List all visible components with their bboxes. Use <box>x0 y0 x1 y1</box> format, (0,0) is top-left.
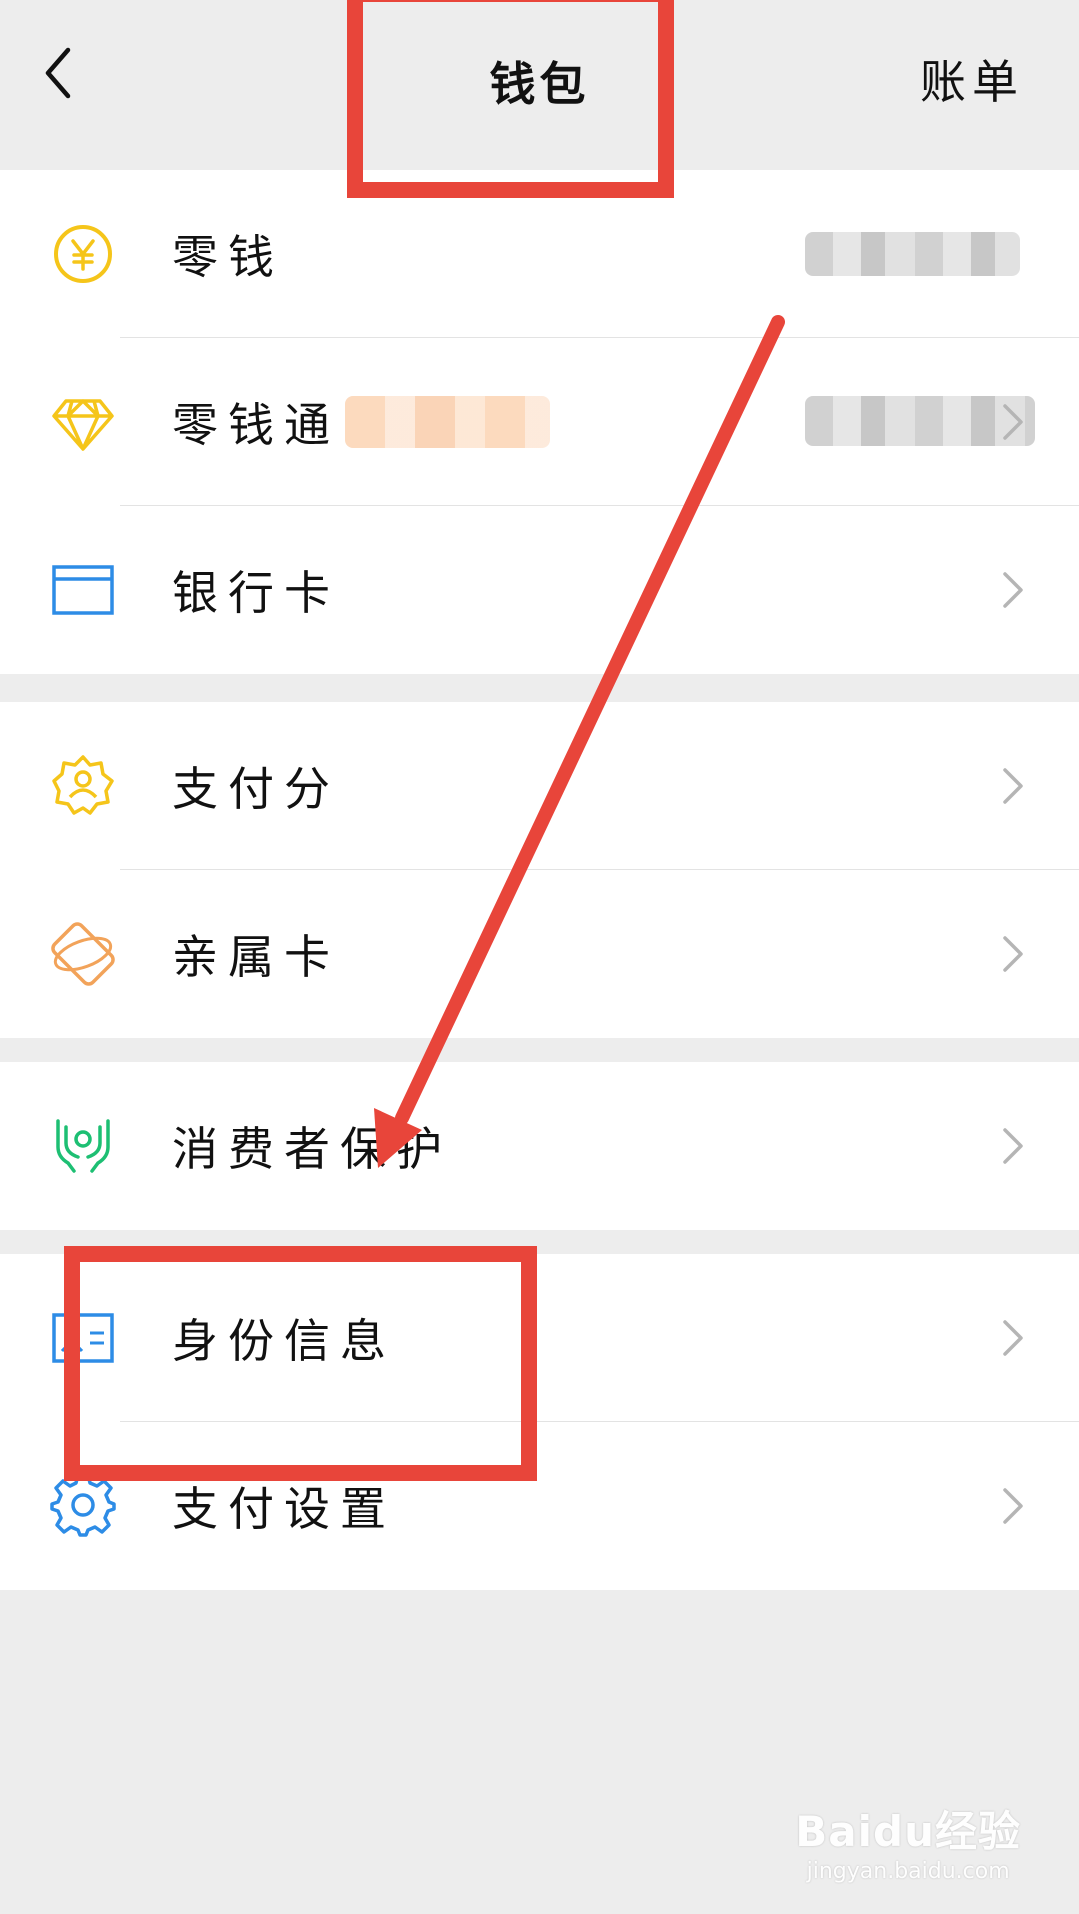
watermark-logo: Baidu经验 <box>795 1807 1021 1856</box>
menu-item-pay-settings[interactable]: 支付设置 <box>0 1422 1079 1590</box>
wallet-group-3: 消费者保护 <box>0 1062 1079 1230</box>
menu-item-family-card[interactable]: 亲属卡 <box>0 870 1079 1038</box>
menu-item-label: 支付分 <box>172 762 340 816</box>
menu-item-lingqiantong[interactable]: 零钱通 <box>0 338 1079 506</box>
chevron-right-icon <box>1001 1318 1025 1358</box>
chevron-right-icon <box>1001 570 1025 610</box>
protection-hands-icon <box>50 1113 116 1179</box>
wallet-group-1: 零钱 零钱通 银行卡 <box>0 170 1079 674</box>
menu-item-label: 消费者保护 <box>172 1122 452 1176</box>
chevron-right-icon <box>1001 1486 1025 1526</box>
bank-card-icon <box>50 557 116 623</box>
watermark-url: jingyan.baidu.com <box>806 1859 1010 1884</box>
top-bar: 钱包 账单 <box>0 0 1079 170</box>
menu-item-label: 零钱 <box>172 230 284 284</box>
wallet-group-4: 身份信息 支付设置 <box>0 1254 1079 1590</box>
menu-item-pay-score[interactable]: 支付分 <box>0 702 1079 870</box>
gear-icon <box>50 1473 116 1539</box>
menu-item-bank-card[interactable]: 银行卡 <box>0 506 1079 674</box>
bill-button[interactable]: 账单 <box>920 46 1024 112</box>
pay-score-badge-icon <box>50 753 116 819</box>
menu-item-label: 身份信息 <box>172 1314 396 1368</box>
id-card-icon <box>50 1305 116 1371</box>
menu-item-label: 零钱通 <box>172 398 340 452</box>
menu-item-label: 亲属卡 <box>172 930 340 984</box>
chevron-right-icon <box>1001 1126 1025 1166</box>
blurred-rate <box>345 396 550 448</box>
page-title: 钱包 <box>489 57 590 111</box>
diamond-icon <box>50 389 116 455</box>
menu-item-label: 银行卡 <box>172 566 340 620</box>
menu-item-label: 支付设置 <box>172 1482 396 1536</box>
wallet-group-2: 支付分 亲属卡 <box>0 702 1079 1038</box>
menu-item-identity-info[interactable]: 身份信息 <box>0 1254 1079 1422</box>
baidu-jingyan-watermark: Baidu经验 jingyan.baidu.com <box>795 1798 1021 1884</box>
blurred-balance <box>805 232 1020 276</box>
family-card-icon <box>50 921 116 987</box>
yuan-coin-icon <box>50 221 116 287</box>
menu-item-consumer-protection[interactable]: 消费者保护 <box>0 1062 1079 1230</box>
chevron-right-icon <box>1001 934 1025 974</box>
chevron-right-icon <box>1001 402 1025 442</box>
chevron-right-icon <box>1001 766 1025 806</box>
menu-item-change[interactable]: 零钱 <box>0 170 1079 338</box>
